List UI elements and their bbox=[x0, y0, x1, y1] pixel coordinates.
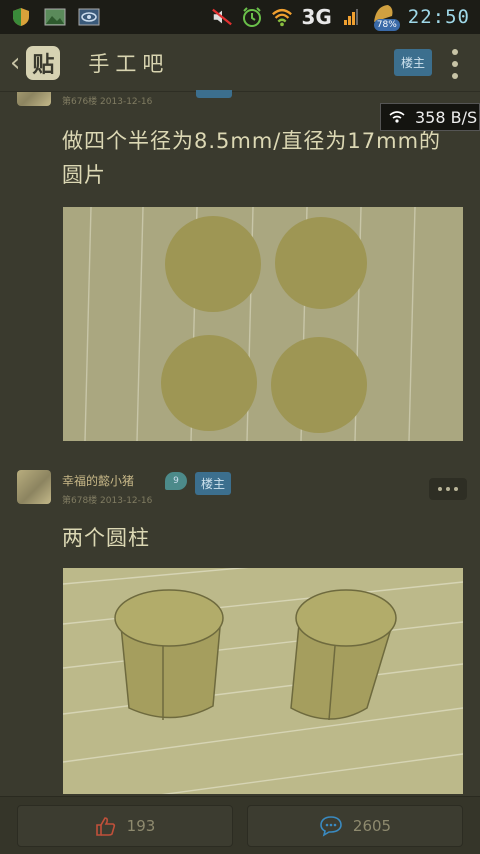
network-type: 3G bbox=[301, 5, 332, 29]
tieba-logo[interactable]: 贴 bbox=[26, 45, 61, 80]
post2-username[interactable]: 幸福的懿小猪 bbox=[62, 472, 134, 489]
more-vertical-icon[interactable] bbox=[452, 49, 458, 79]
post2-text: 两个圆柱 bbox=[62, 526, 150, 550]
post2-more-icon[interactable] bbox=[429, 478, 467, 500]
post2-owner-badge: 楼主 bbox=[195, 472, 232, 495]
like-count: 193 bbox=[126, 816, 156, 835]
discs-photo bbox=[63, 207, 463, 441]
comment-button[interactable]: 2605 bbox=[247, 804, 463, 847]
speed-value: 358 B/S bbox=[415, 107, 478, 127]
comment-bubble-icon bbox=[320, 815, 342, 837]
back-chevron-icon[interactable]: ‹ bbox=[10, 48, 20, 78]
post2-header: 幸福的懿小猪 9 楼主 第678楼 2013-12-16 bbox=[17, 468, 467, 508]
post1-text: 做四个半径为8.5mm/直径为17mm的 圆片 bbox=[62, 124, 441, 192]
post1-text-line2: 圆片 bbox=[62, 163, 106, 187]
eye-icon bbox=[78, 7, 100, 27]
post1-owner-badge bbox=[196, 90, 232, 98]
wifi-icon bbox=[271, 7, 293, 27]
alarm-icon bbox=[241, 7, 263, 27]
comment-count: 2605 bbox=[352, 816, 392, 835]
bottom-action-bar: 193 2605 bbox=[0, 796, 480, 854]
shield-icon bbox=[10, 7, 32, 27]
post2-avatar[interactable] bbox=[17, 470, 51, 504]
forum-title[interactable]: 手工吧 bbox=[88, 48, 169, 78]
post2-image[interactable] bbox=[63, 568, 463, 794]
battery-level: 78% bbox=[373, 19, 400, 31]
status-bar: 3G 78% 22:50 bbox=[0, 0, 480, 34]
battery-icon: 78% bbox=[370, 2, 400, 32]
signal-icon bbox=[340, 7, 362, 27]
only-owner-button[interactable]: 楼主 bbox=[393, 49, 432, 76]
top-nav-bar: ‹ 贴 手工吧 楼主 bbox=[0, 34, 480, 92]
network-speed-overlay: 358 B/S bbox=[380, 103, 480, 131]
clock: 22:50 bbox=[407, 6, 470, 28]
level-badge: 9 bbox=[165, 472, 187, 490]
like-button[interactable]: 193 bbox=[17, 804, 233, 847]
cylinders-photo bbox=[63, 568, 463, 794]
post2-floor-info: 第678楼 2013-12-16 bbox=[62, 496, 153, 506]
post1-floor-info: 第676楼 2013-12-16 bbox=[62, 97, 153, 107]
thumbs-up-icon bbox=[95, 816, 115, 836]
post1-image[interactable] bbox=[63, 207, 463, 441]
mute-icon bbox=[211, 7, 233, 27]
gallery-icon bbox=[44, 7, 66, 27]
wifi-small-icon bbox=[389, 111, 405, 123]
